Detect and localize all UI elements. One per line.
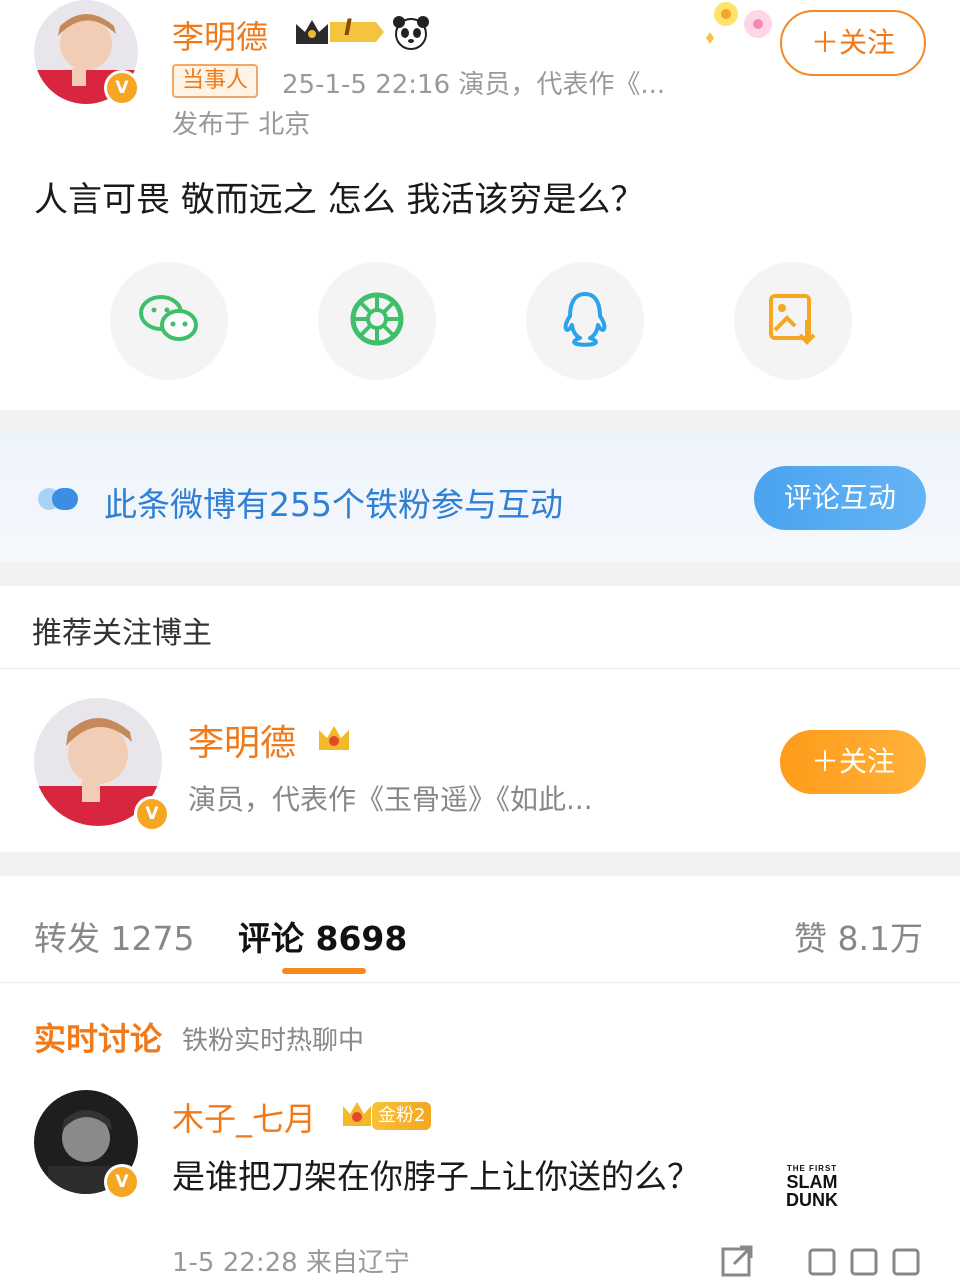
crown-level-icon (292, 14, 386, 50)
live-subtitle: 铁粉实时热聊中 (182, 1026, 365, 1056)
more-options-icon[interactable] (806, 1244, 926, 1278)
share-moments-button[interactable] (318, 262, 436, 380)
post-location: 发布于 北京 (172, 110, 311, 140)
moments-icon (348, 290, 406, 352)
recommend-hr (0, 668, 960, 669)
section-divider-3 (0, 852, 960, 876)
panda-icon (392, 14, 430, 50)
recommend-name[interactable]: 李明德 (188, 714, 296, 766)
recommend-follow-button[interactable]: ＋关注 (780, 730, 926, 794)
verified-badge-icon: V (104, 70, 140, 106)
tab-repost[interactable]: 转发 1275 (34, 912, 194, 960)
tab-like[interactable]: 赞 8.1万 (794, 912, 923, 960)
commenter-name[interactable]: 木子_七月 (172, 1094, 316, 1140)
comment-text: 是谁把刀架在你脖子上让你送的么？ (172, 1157, 700, 1196)
tab-comment[interactable]: 评论 8698 (238, 912, 407, 960)
comment-time: 1-5 22:28 来自辽宁 (172, 1248, 410, 1278)
share-wechat-button[interactable] (110, 262, 228, 380)
live-title: 实时讨论 (34, 1020, 163, 1058)
follow-button[interactable]: ＋关注 (780, 10, 926, 76)
sticker-line-2: SLAM (786, 1172, 838, 1192)
sticker-line-3: DUNK (786, 1190, 838, 1210)
commenter-verified-icon: V (104, 1164, 140, 1200)
gold-fan-crown-icon (340, 1098, 374, 1130)
comment-interact-button[interactable]: 评论互动 (754, 466, 926, 530)
save-image-button[interactable] (734, 262, 852, 380)
recommend-crown-icon (316, 722, 352, 754)
save-image-icon (767, 292, 819, 350)
fans-banner-text: 此条微博有255个铁粉参与互动 (104, 485, 563, 524)
section-divider (0, 410, 960, 434)
wechat-icon (137, 291, 201, 351)
level-badge-text: I (344, 16, 353, 41)
fans-logo-icon (38, 484, 82, 514)
recommend-verified-icon: V (134, 796, 170, 832)
role-tag: 当事人 (172, 64, 259, 98)
share-comment-icon[interactable] (720, 1244, 754, 1278)
post-meta: 25-1-5 22:16 演员，代表作《... (282, 70, 666, 100)
share-qq-button[interactable] (526, 262, 644, 380)
section-divider-2 (0, 562, 960, 586)
author-name[interactable]: 李明德 (172, 12, 268, 58)
tab-active-underline (282, 968, 366, 974)
recommend-title: 推荐关注博主 (32, 616, 212, 651)
gold-fan-badge: 金粉2 (372, 1102, 432, 1130)
qq-icon (560, 290, 610, 352)
post-content: 人言可畏 敬而远之 怎么 我活该穷是么？ (34, 180, 645, 220)
recommend-desc: 演员，代表作《玉骨遥》《如此... (188, 783, 593, 816)
slam-dunk-sticker: THE FIRST SLAM DUNK (782, 1164, 842, 1216)
tabs-hr (0, 982, 960, 983)
